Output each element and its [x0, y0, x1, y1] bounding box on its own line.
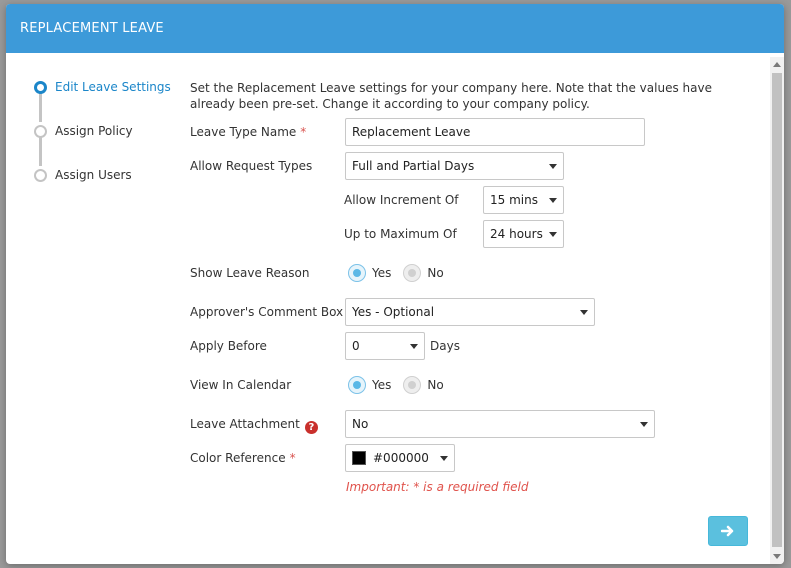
allow-request-types-select[interactable]: Full and Partial Days — [345, 152, 564, 180]
select-value: Yes - Optional — [352, 305, 435, 319]
select-value: 15 mins — [490, 193, 538, 207]
step-connector — [39, 92, 42, 122]
caret-down-icon — [549, 164, 557, 169]
caret-down-icon — [440, 456, 448, 461]
question-circle-icon[interactable]: ? — [304, 421, 318, 434]
step-label: Assign Users — [55, 168, 132, 182]
apply-before-unit: Days — [430, 339, 460, 353]
caret-down-icon — [640, 422, 648, 427]
allow-request-types-label: Allow Request Types — [190, 159, 313, 173]
step-edit-leave-settings[interactable]: Edit Leave Settings — [34, 80, 171, 94]
caret-down-icon — [549, 198, 557, 203]
view-in-calendar-yes-radio[interactable]: Yes — [348, 376, 391, 394]
up-to-max-select[interactable]: 24 hours — [483, 220, 564, 248]
allow-increment-label: Allow Increment Of — [344, 193, 459, 207]
show-leave-reason-no-radio[interactable]: No — [403, 264, 444, 282]
view-in-calendar-no-radio[interactable]: No — [403, 376, 444, 394]
replacement-leave-modal: REPLACEMENT LEAVE Edit Leave Settings As… — [6, 4, 784, 564]
leave-attachment-label: Leave Attachment? — [190, 417, 318, 434]
view-in-calendar-radios: Yes No — [348, 376, 456, 394]
radio-checked-icon — [348, 376, 366, 394]
vertical-scrollbar[interactable] — [770, 57, 784, 564]
radio-label: No — [427, 378, 444, 392]
select-value: 0 — [352, 339, 360, 353]
color-reference-picker[interactable]: #000000 — [345, 444, 455, 472]
radio-checked-icon — [348, 264, 366, 282]
select-value: Full and Partial Days — [352, 159, 475, 173]
caret-down-icon — [580, 310, 588, 315]
step-dot-icon — [34, 124, 47, 138]
required-mark: * — [289, 451, 296, 465]
approver-comment-label: Approver's Comment Box — [190, 305, 344, 319]
radio-label: No — [427, 266, 444, 280]
show-leave-reason-radios: Yes No — [348, 264, 456, 282]
up-to-max-label: Up to Maximum Of — [344, 227, 457, 241]
apply-before-select[interactable]: 0 — [345, 332, 425, 360]
scroll-down-icon[interactable] — [773, 554, 781, 559]
step-active-dot-icon — [34, 80, 47, 94]
color-swatch — [352, 451, 366, 465]
allow-increment-select[interactable]: 15 mins — [483, 186, 564, 214]
scrollbar-thumb[interactable] — [772, 73, 782, 547]
next-button[interactable] — [708, 516, 748, 546]
show-leave-reason-yes-radio[interactable]: Yes — [348, 264, 391, 282]
leave-type-name-input[interactable]: Replacement Leave — [345, 118, 645, 146]
scroll-up-icon[interactable] — [773, 62, 781, 67]
step-label: Edit Leave Settings — [55, 80, 171, 94]
label-text: Leave Type Name — [190, 125, 297, 139]
input-value: Replacement Leave — [352, 125, 471, 139]
view-in-calendar-label: View In Calendar — [190, 378, 292, 392]
select-value: #000000 — [373, 451, 429, 465]
select-value: 24 hours — [490, 227, 543, 241]
step-assign-policy[interactable]: Assign Policy — [34, 124, 133, 138]
intro-text: Set the Replacement Leave settings for y… — [190, 81, 712, 111]
radio-label: Yes — [372, 378, 392, 392]
radio-unchecked-icon — [403, 376, 422, 394]
step-assign-users[interactable]: Assign Users — [34, 168, 132, 182]
apply-before-label: Apply Before — [190, 339, 267, 353]
radio-unchecked-icon — [403, 264, 422, 282]
step-dot-icon — [34, 168, 47, 182]
step-connector — [39, 136, 42, 166]
leave-type-name-label: Leave Type Name * — [190, 125, 306, 139]
modal-header: REPLACEMENT LEAVE — [6, 4, 784, 53]
label-text: Leave Attachment — [190, 417, 300, 431]
required-field-note: Important: * is a required field — [346, 480, 529, 494]
leave-attachment-select[interactable]: No — [345, 410, 655, 438]
arrow-right-icon — [721, 525, 734, 537]
required-mark: * — [300, 125, 307, 139]
color-reference-label: Color Reference * — [190, 451, 296, 465]
show-leave-reason-label: Show Leave Reason — [190, 266, 310, 280]
caret-down-icon — [549, 232, 557, 237]
modal-title: REPLACEMENT LEAVE — [20, 21, 164, 36]
step-label: Assign Policy — [55, 124, 133, 138]
radio-label: Yes — [372, 266, 392, 280]
caret-down-icon — [410, 344, 418, 349]
label-text: Color Reference — [190, 451, 286, 465]
select-value: No — [352, 417, 369, 431]
approver-comment-select[interactable]: Yes - Optional — [345, 298, 595, 326]
